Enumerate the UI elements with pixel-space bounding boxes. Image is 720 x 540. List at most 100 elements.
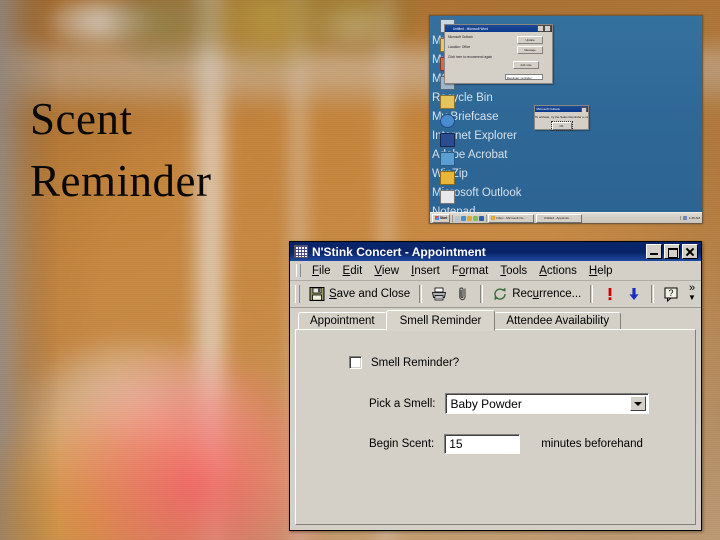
pick-a-smell-dropdown-button[interactable] bbox=[630, 396, 647, 411]
appointment-window-title: N'Stink Concert - Appointment bbox=[312, 244, 486, 259]
menu-item-tools[interactable]: Tools bbox=[494, 264, 533, 278]
desktop-message-box: Microsoft Outlook To activate, try the S… bbox=[534, 105, 589, 131]
menu-item-actions[interactable]: Actions bbox=[533, 264, 583, 278]
svg-text:?: ? bbox=[669, 288, 674, 298]
close-button[interactable] bbox=[682, 244, 698, 259]
desktop-inner-window-body: Microsoft Outlook Location: Office Click… bbox=[445, 32, 552, 80]
menu-item-help[interactable]: Help bbox=[583, 264, 619, 278]
desktop-message-box-close-icon bbox=[581, 106, 587, 112]
recurrence-button[interactable]: Recurrence... bbox=[488, 284, 585, 304]
help-button[interactable]: ? bbox=[659, 284, 683, 304]
slide-title-line-2: Reminder bbox=[30, 156, 212, 207]
desktop-taskbar-item-inbox: Inbox - Microsoft Ou... bbox=[488, 213, 535, 223]
toolbar-separator bbox=[480, 285, 484, 303]
tab-appointment[interactable]: Appointment bbox=[298, 312, 387, 330]
save-and-close-label: Save and Close bbox=[329, 288, 411, 300]
desktop-inner-close-button bbox=[544, 25, 551, 32]
smell-reminder-checkbox-row: Smell Reminder? bbox=[349, 356, 459, 369]
smell-reminder-checkbox[interactable] bbox=[349, 356, 362, 369]
begin-scent-label: Begin Scent: bbox=[369, 438, 435, 450]
desktop-message-box-title: Microsoft Outlook bbox=[536, 107, 560, 111]
minimize-button[interactable] bbox=[646, 244, 662, 259]
tray-volume-icon bbox=[682, 216, 687, 220]
toolbar: Save and Close Recurrence... ? » ▼ bbox=[290, 281, 701, 308]
desktop-inner-prompt: Click here to recommend again bbox=[448, 55, 493, 59]
paperclip-icon bbox=[459, 287, 466, 301]
smell-reminder-checkbox-label: Smell Reminder? bbox=[371, 356, 460, 369]
presentation-slide: Scent Reminder My Computer My Documents … bbox=[0, 0, 720, 540]
tab-attendee-availability[interactable]: Attendee Availability bbox=[494, 312, 622, 330]
pick-a-smell-combobox[interactable]: Baby Powder bbox=[445, 393, 650, 414]
pick-a-smell-label: Pick a Smell: bbox=[369, 397, 436, 410]
windows-flag-icon bbox=[435, 216, 439, 220]
desktop-inner-window-titlebar: Untitled - Microsoft Word bbox=[445, 25, 552, 32]
desktop-screenshot-image: My Computer My Documents MS Office Short… bbox=[429, 15, 703, 224]
pick-a-smell-value: Baby Powder bbox=[450, 396, 522, 411]
slide-title-line-1: Scent bbox=[30, 94, 133, 144]
toolbar-overflow-button[interactable]: » ▼ bbox=[686, 283, 698, 302]
importance-high-button[interactable] bbox=[598, 284, 622, 304]
menu-item-insert[interactable]: Insert bbox=[405, 264, 446, 278]
quick-launch-word-icon bbox=[478, 215, 484, 221]
desktop-system-tray: 1:45 AM bbox=[679, 216, 700, 220]
pick-a-smell-row: Pick a Smell: Baby Powder bbox=[369, 393, 650, 414]
quick-launch-show-desktop-icon bbox=[454, 215, 460, 221]
appointment-window: N'Stink Concert - Appointment File Edit … bbox=[289, 241, 702, 531]
slide-title: Scent Reminder bbox=[30, 88, 350, 212]
appointment-titlebar: N'Stink Concert - Appointment bbox=[290, 242, 701, 261]
desktop-taskbar-item-label: Untitled - Appointm... bbox=[543, 216, 572, 220]
begin-scent-input[interactable]: 15 bbox=[444, 434, 521, 454]
print-button[interactable] bbox=[427, 284, 451, 304]
chevron-down-icon bbox=[634, 401, 643, 406]
tab-label: Smell Reminder bbox=[399, 314, 482, 327]
maximize-button[interactable] bbox=[664, 244, 680, 259]
menu-item-view[interactable]: View bbox=[368, 264, 405, 278]
winzip-icon bbox=[439, 152, 455, 166]
window-controls bbox=[646, 244, 699, 259]
desktop-inner-button-update: Update bbox=[517, 36, 543, 44]
begin-scent-value: 15 bbox=[449, 437, 463, 451]
toolbar-separator bbox=[590, 285, 594, 303]
internet-explorer-icon bbox=[439, 114, 455, 128]
desktop-message-box-titlebar: Microsoft Outlook bbox=[535, 106, 588, 112]
desktop-start-button: Start bbox=[432, 213, 451, 223]
desktop-start-label: Start bbox=[440, 216, 448, 220]
desktop-inner-button-message: Message bbox=[517, 46, 543, 54]
appointment-taskbar-icon bbox=[538, 216, 543, 220]
begin-scent-suffix-label: minutes beforehand bbox=[541, 438, 643, 450]
desktop-taskbar-item-appointment: Untitled - Appointm... bbox=[535, 213, 582, 223]
toolbar-grip[interactable] bbox=[295, 285, 300, 303]
desktop-message-box-text: To activate, try the Sales Reminder e-ma… bbox=[535, 115, 588, 119]
toolbar-separator bbox=[651, 285, 655, 303]
printer-icon bbox=[432, 287, 447, 301]
menu-item-format[interactable]: Format bbox=[446, 264, 494, 278]
desktop-inner-window: Untitled - Microsoft Word Microsoft Outl… bbox=[444, 24, 553, 84]
red-exclamation-icon bbox=[608, 288, 612, 301]
desktop-taskbar: Start Inbox - Microsoft Ou... Untitled -… bbox=[430, 212, 702, 223]
help-question-balloon-icon: ? bbox=[664, 287, 678, 302]
tab-label: Attendee Availability bbox=[506, 315, 610, 327]
save-and-close-button[interactable]: Save and Close bbox=[305, 284, 414, 304]
importance-low-button[interactable] bbox=[622, 284, 646, 304]
recurrence-circular-arrows-icon bbox=[494, 287, 506, 301]
tab-label: Appointment bbox=[310, 315, 375, 327]
desktop-inner-combo: Reminder: reminder bbox=[505, 74, 543, 80]
desktop-clock: 1:45 AM bbox=[688, 216, 700, 220]
outlook-icon bbox=[439, 171, 455, 185]
tab-strip: Appointment Smell Reminder Attendee Avai… bbox=[290, 308, 701, 331]
desktop-inner-window-title: Untitled - Microsoft Word bbox=[453, 26, 489, 31]
menu-item-edit[interactable]: Edit bbox=[337, 264, 369, 278]
acrobat-icon bbox=[439, 133, 455, 147]
outlook-taskbar-icon bbox=[491, 216, 496, 220]
begin-scent-row: Begin Scent: 15 minutes beforehand bbox=[369, 434, 643, 454]
desktop-message-box-ok-button: OK bbox=[550, 121, 573, 131]
menu-item-file[interactable]: File bbox=[306, 264, 337, 278]
smell-reminder-panel: Smell Reminder? Pick a Smell: Baby Powde… bbox=[295, 329, 696, 525]
tab-smell-reminder[interactable]: Smell Reminder bbox=[385, 310, 496, 331]
chevron-down-icon: ▼ bbox=[688, 293, 696, 302]
recurrence-label: Recurrence... bbox=[512, 288, 582, 300]
quick-launch-media-icon bbox=[472, 215, 478, 221]
quick-launch-outlook-icon bbox=[466, 215, 472, 221]
insert-file-button[interactable] bbox=[451, 284, 475, 304]
menu-bar-grip[interactable] bbox=[296, 264, 301, 277]
